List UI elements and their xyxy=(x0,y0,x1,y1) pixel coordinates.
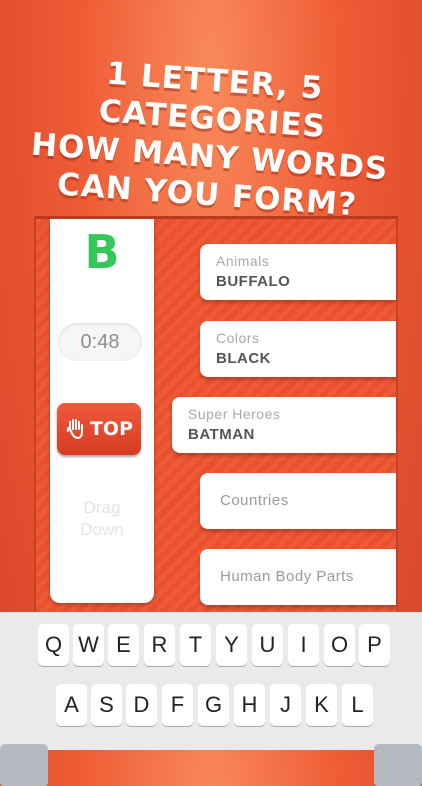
key-j[interactable]: J xyxy=(270,684,301,726)
shift-key[interactable] xyxy=(0,744,48,786)
category-answer: BATMAN xyxy=(188,426,255,443)
key-o[interactable]: O xyxy=(324,624,355,666)
key-p[interactable]: P xyxy=(359,624,390,666)
category-name: Countries xyxy=(220,492,289,509)
key-a[interactable]: A xyxy=(56,684,87,726)
headline: 1 letter, 5 categories how many words ca… xyxy=(0,47,422,228)
category-name: Animals xyxy=(216,253,270,269)
key-l[interactable]: L xyxy=(342,684,373,726)
stop-label: TOP xyxy=(89,418,134,440)
key-t[interactable]: T xyxy=(180,624,211,666)
key-e[interactable]: E xyxy=(108,624,139,666)
key-w[interactable]: W xyxy=(73,624,104,666)
current-letter: B xyxy=(84,225,120,279)
category-answer: BUFFALO xyxy=(216,273,291,290)
stop-button[interactable]: TOP xyxy=(57,403,141,455)
keyboard: Q W E R T Y U I O P A S D F G H J K L xyxy=(0,612,422,786)
drag-hint: Drag Down xyxy=(50,497,154,541)
category-name: Colors xyxy=(216,330,260,346)
key-d[interactable]: D xyxy=(126,684,157,726)
category-card-human-body-parts[interactable]: Human Body Parts xyxy=(200,549,396,605)
category-name: Super Heroes xyxy=(188,406,281,422)
key-q[interactable]: Q xyxy=(38,624,69,666)
key-g[interactable]: G xyxy=(198,684,229,726)
delete-key[interactable] xyxy=(374,744,422,786)
key-h[interactable]: H xyxy=(234,684,265,726)
category-answer: BLACK xyxy=(216,350,271,367)
category-card-super-heroes[interactable]: Super Heroes BATMAN xyxy=(172,397,396,453)
key-r[interactable]: R xyxy=(144,624,175,666)
category-card-animals[interactable]: Animals BUFFALO xyxy=(200,244,396,300)
category-card-countries[interactable]: Countries xyxy=(200,473,396,529)
key-k[interactable]: K xyxy=(306,684,337,726)
key-s[interactable]: S xyxy=(91,684,122,726)
side-panel: B 0:48 TOP Drag Down xyxy=(50,219,154,603)
drag-hint-line-1: Drag xyxy=(83,498,121,517)
category-card-colors[interactable]: Colors BLACK xyxy=(200,321,396,377)
category-name: Human Body Parts xyxy=(220,568,354,585)
key-i[interactable]: I xyxy=(288,624,319,666)
drag-hint-line-2: Down xyxy=(80,520,124,539)
key-f[interactable]: F xyxy=(162,684,193,726)
countdown-timer: 0:48 xyxy=(58,323,142,361)
key-y[interactable]: Y xyxy=(216,624,247,666)
raised-hand-icon xyxy=(66,419,83,439)
key-u[interactable]: U xyxy=(252,624,283,666)
